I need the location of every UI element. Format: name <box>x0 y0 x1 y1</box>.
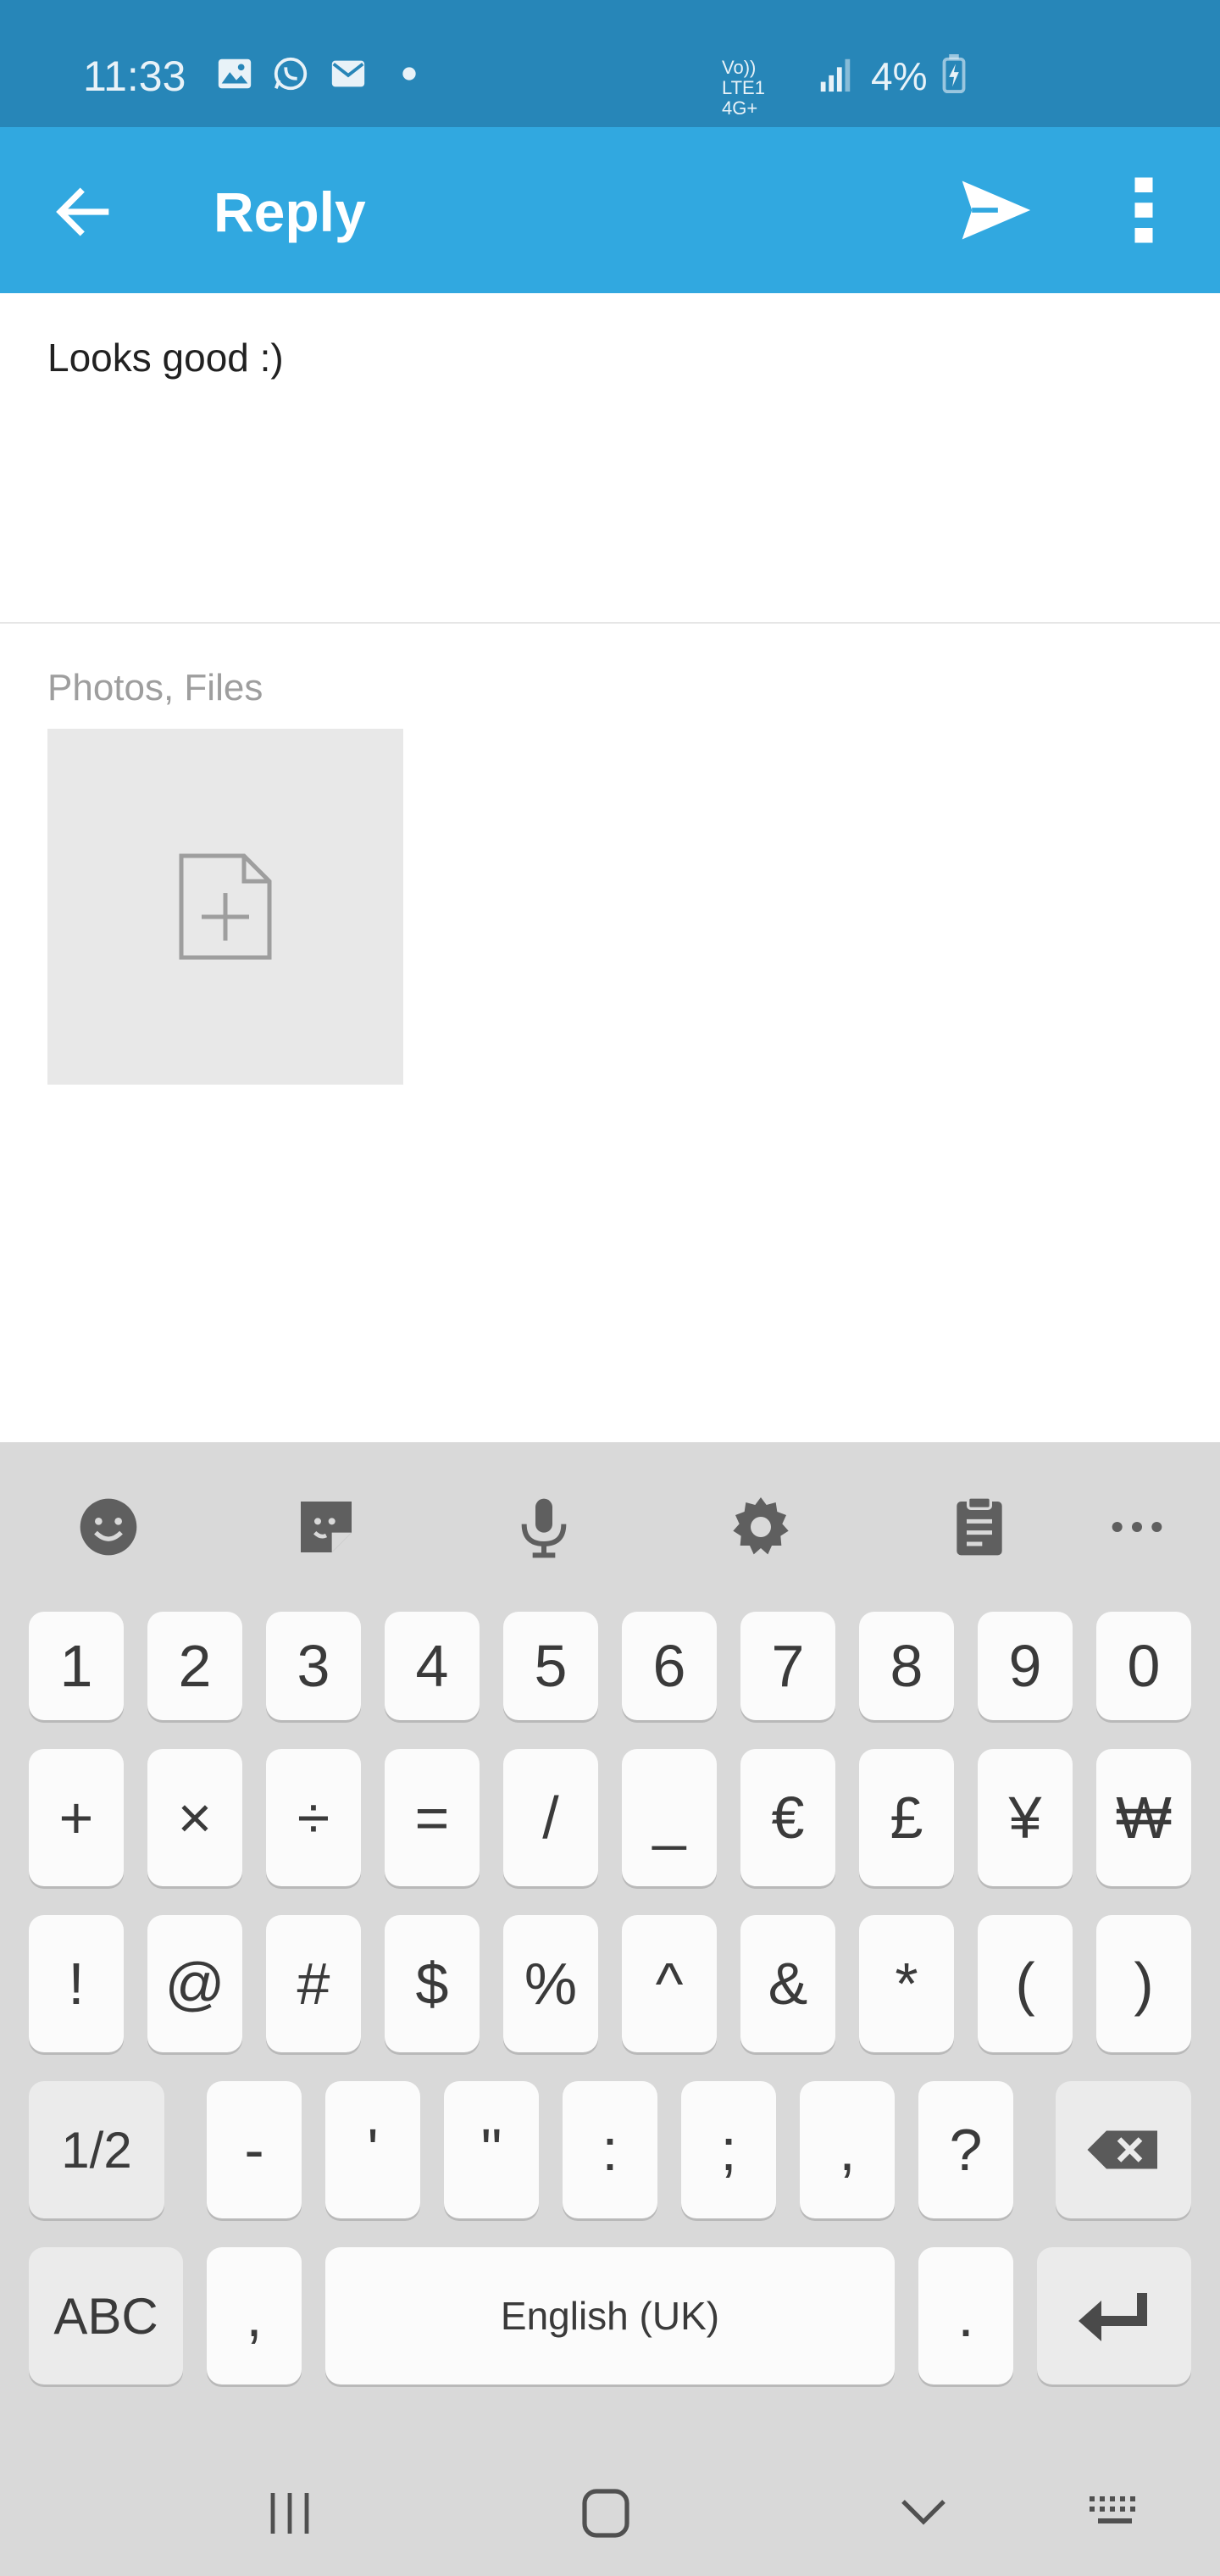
key-dash[interactable]: - <box>207 2081 302 2218</box>
key-semicolon[interactable]: ; <box>681 2081 776 2218</box>
keyboard: 1 2 3 4 5 6 7 8 9 0 + × ÷ = / _ € £ ¥ ₩ … <box>0 1442 1220 2576</box>
key-hash[interactable]: # <box>266 1915 361 2052</box>
sticker-icon[interactable] <box>292 1493 360 1561</box>
key-2[interactable]: 2 <box>147 1612 242 1720</box>
key-comma[interactable]: , <box>207 2247 302 2384</box>
add-file-icon <box>179 853 272 960</box>
key-comma-symbol[interactable]: , <box>800 2081 895 2218</box>
more-horiz-icon[interactable] <box>1103 1493 1171 1561</box>
key-yen[interactable]: ¥ <box>978 1749 1073 1886</box>
key-double-quote[interactable]: " <box>444 2081 539 2218</box>
recent-apps-icon[interactable] <box>264 2490 315 2537</box>
key-caret[interactable]: ^ <box>622 1915 717 2052</box>
keyboard-switch-icon[interactable] <box>1088 2493 1144 2530</box>
clipboard-icon[interactable] <box>946 1493 1013 1561</box>
key-6[interactable]: 6 <box>622 1612 717 1720</box>
signal-icon <box>820 58 851 92</box>
settings-icon[interactable] <box>727 1493 795 1561</box>
more-vert-icon[interactable] <box>1127 175 1161 246</box>
key-4[interactable]: 4 <box>385 1612 480 1720</box>
key-euro[interactable]: € <box>740 1749 835 1886</box>
notification-dot-icon <box>402 67 416 80</box>
page-title: Reply <box>214 180 366 243</box>
key-plus[interactable]: + <box>29 1749 124 1886</box>
divider <box>0 622 1220 624</box>
home-icon[interactable] <box>581 2488 630 2539</box>
key-5[interactable]: 5 <box>503 1612 598 1720</box>
key-asterisk[interactable]: * <box>859 1915 954 2052</box>
battery-percent: 4% <box>871 54 928 98</box>
key-0[interactable]: 0 <box>1096 1612 1191 1720</box>
key-percent[interactable]: % <box>503 1915 598 2052</box>
key-question[interactable]: ? <box>918 2081 1013 2218</box>
key-equals[interactable]: = <box>385 1749 480 1886</box>
key-divide[interactable]: ÷ <box>266 1749 361 1886</box>
key-page-toggle[interactable]: 1/2 <box>29 2081 164 2218</box>
message-text[interactable]: Looks good :) <box>47 332 284 383</box>
key-pound[interactable]: £ <box>859 1749 954 1886</box>
key-dollar[interactable]: $ <box>385 1915 480 2052</box>
status-bar: 11:33 Vo)) LTE1 4G+ 4% <box>0 0 1220 127</box>
battery-charging-icon <box>942 54 966 93</box>
key-at[interactable]: @ <box>147 1915 242 2052</box>
key-1[interactable]: 1 <box>29 1612 124 1720</box>
backspace-button[interactable] <box>1056 2081 1191 2218</box>
key-3[interactable]: 3 <box>266 1612 361 1720</box>
key-8[interactable]: 8 <box>859 1612 954 1720</box>
mail-icon <box>331 60 365 87</box>
app-bar: Reply <box>0 127 1220 293</box>
key-9[interactable]: 9 <box>978 1612 1073 1720</box>
key-7[interactable]: 7 <box>740 1612 835 1720</box>
enter-icon <box>1079 2293 1147 2341</box>
key-ampersand[interactable]: & <box>740 1915 835 2052</box>
microphone-icon[interactable] <box>510 1493 578 1561</box>
status-time: 11:33 <box>83 53 186 100</box>
space-bar[interactable]: English (UK) <box>325 2247 895 2384</box>
key-abc[interactable]: ABC <box>29 2247 183 2384</box>
whatsapp-icon <box>274 57 308 91</box>
key-period[interactable]: . <box>918 2247 1013 2384</box>
chevron-down-icon[interactable] <box>900 2495 947 2529</box>
key-apostrophe[interactable]: ' <box>325 2081 420 2218</box>
attachments-label: Photos, Files <box>47 667 263 708</box>
key-won[interactable]: ₩ <box>1096 1749 1191 1886</box>
back-arrow-icon[interactable] <box>49 178 117 246</box>
add-attachment-button[interactable] <box>47 729 403 1085</box>
key-slash[interactable]: / <box>503 1749 598 1886</box>
gallery-icon <box>218 58 252 89</box>
key-colon[interactable]: : <box>563 2081 657 2218</box>
backspace-icon <box>1087 2130 1157 2169</box>
enter-button[interactable] <box>1037 2247 1191 2384</box>
key-exclamation[interactable]: ! <box>29 1915 124 2052</box>
network-label: Vo)) LTE1 4G+ <box>722 57 765 119</box>
emoji-icon[interactable] <box>75 1493 142 1561</box>
key-close-paren[interactable]: ) <box>1096 1915 1191 2052</box>
key-open-paren[interactable]: ( <box>978 1915 1073 2052</box>
send-icon[interactable] <box>956 171 1034 249</box>
key-multiply[interactable]: × <box>147 1749 242 1886</box>
key-underscore[interactable]: _ <box>622 1749 717 1886</box>
